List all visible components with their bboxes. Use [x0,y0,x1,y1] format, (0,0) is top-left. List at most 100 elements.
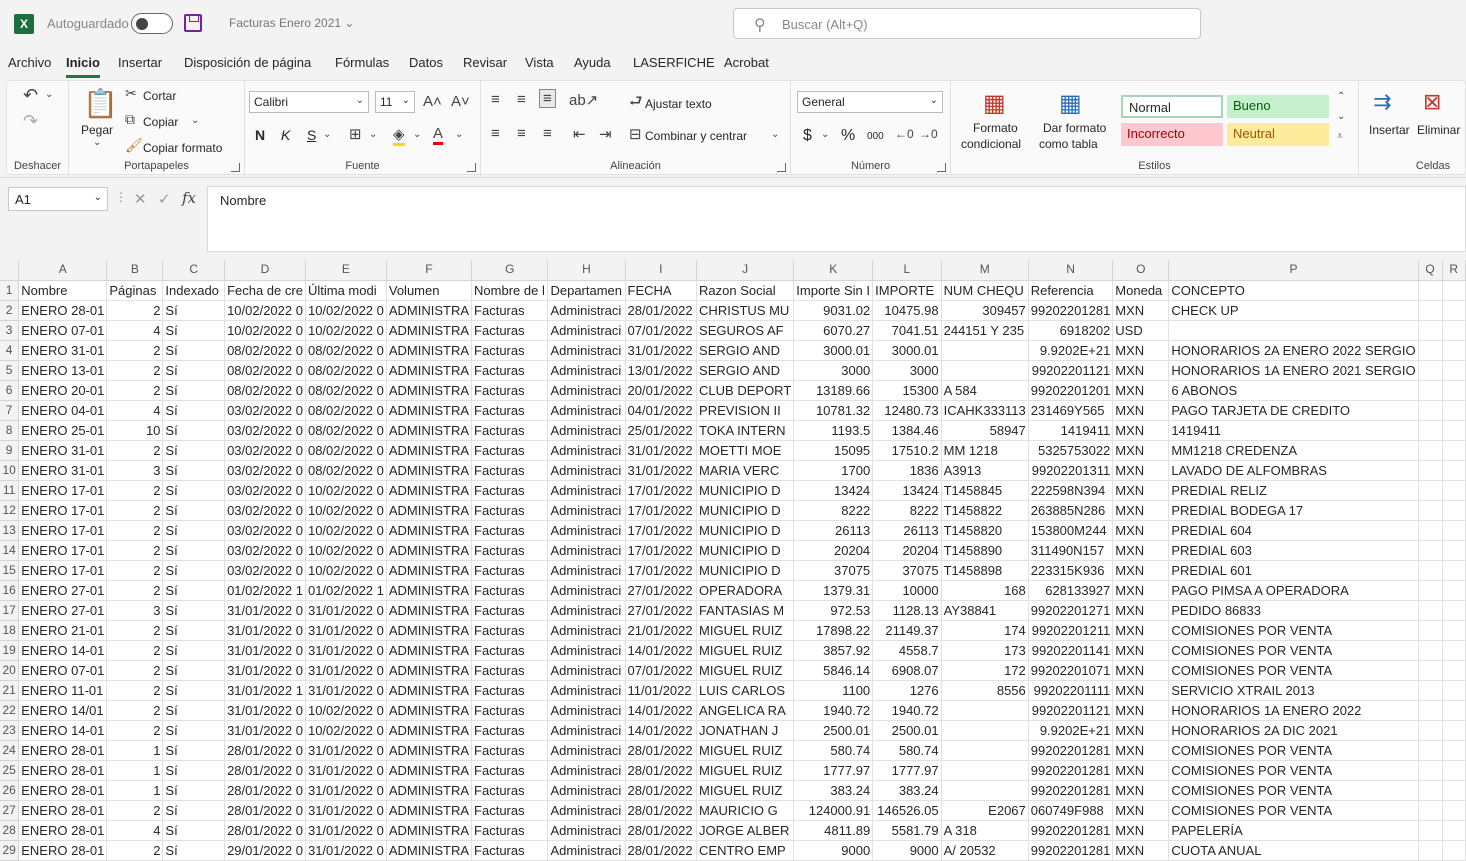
cell[interactable] [1442,680,1466,701]
cell[interactable] [1418,580,1443,601]
cell[interactable]: Razon Social [696,280,795,301]
cell[interactable]: JONATHAN J [696,720,795,741]
cell[interactable]: 060749F988 [1028,800,1114,821]
cell[interactable]: COMISIONES POR VENTA [1168,760,1419,781]
align-center-icon[interactable]: ≡ [517,125,526,142]
cell[interactable] [1442,400,1466,421]
cell[interactable]: 99202201121 [1028,360,1114,381]
cell[interactable]: 25/01/2022 [625,420,698,441]
chevron-up-icon[interactable]: ⌃ [1337,91,1345,102]
cell[interactable]: MXN [1112,480,1170,501]
table-format-button-line2[interactable]: como tabla [1039,137,1098,151]
cell[interactable]: 01/02/2022 1 [305,580,387,601]
align-middle-icon[interactable]: ≡ [517,91,526,108]
cell[interactable]: ADMINISTRA [386,600,473,621]
row-header[interactable]: 26 [0,780,20,801]
cell[interactable] [1418,660,1443,681]
cell[interactable]: 1 [106,740,164,761]
column-header[interactable]: F [386,260,473,281]
cell[interactable]: PREDIAL BODEGA 17 [1168,500,1419,521]
cell[interactable]: Facturas [471,400,549,421]
cell[interactable]: 13/01/2022 [625,360,698,381]
row-header[interactable]: 6 [0,380,20,401]
cell[interactable]: 2 [106,340,164,361]
cell[interactable]: 28/01/2022 [625,820,698,841]
cell[interactable]: 28/01/2022 [625,840,698,861]
cell[interactable]: ENERO 28-01 [18,780,108,801]
cell[interactable]: ENERO 04-01 [18,400,108,421]
cell[interactable]: 1940.72 [872,700,942,721]
cell[interactable]: IMPORTE [872,280,942,301]
chevron-down-icon[interactable]: ⌄ [191,115,199,126]
cell[interactable]: Moneda [1112,280,1170,301]
cell[interactable]: Sí [162,500,226,521]
cell[interactable]: 580.74 [872,740,942,761]
cell[interactable] [941,720,1029,741]
autosave-toggle[interactable] [131,13,173,34]
cell[interactable]: 1 [106,780,164,801]
cell[interactable]: ENERO 21-01 [18,620,108,641]
format-painter-button[interactable]: Copiar formato [143,141,222,155]
chevron-down-icon[interactable]: ⌄ [771,129,779,140]
cell[interactable]: 10000 [872,580,942,601]
cell[interactable]: 124000.91 [793,800,874,821]
cell[interactable]: LUIS CARLOS [696,680,795,701]
cell[interactable]: Facturas [471,480,549,501]
cell[interactable]: 31/01/2022 0 [305,660,387,681]
cell[interactable]: 08/02/2022 0 [305,420,387,441]
cell[interactable]: ENERO 07-01 [18,320,108,341]
cell[interactable]: 2 [106,300,164,321]
chevron-down-icon[interactable]: ⌄ [323,129,331,140]
cell[interactable]: MXN [1112,680,1170,701]
cell[interactable]: ADMINISTRA [386,620,473,641]
cell[interactable]: 31/01/2022 0 [224,720,306,741]
cell[interactable]: 13424 [793,480,874,501]
cell[interactable] [1418,380,1443,401]
cell[interactable]: Páginas [106,280,164,301]
cell[interactable] [1442,480,1466,501]
cell[interactable]: 9000 [793,840,874,861]
cell[interactable]: ENERO 31-01 [18,460,108,481]
cell[interactable]: Sí [162,780,226,801]
cell[interactable]: 37075 [872,560,942,581]
cell[interactable]: 1 [106,760,164,781]
cell[interactable]: 2 [106,680,164,701]
cell[interactable]: 2 [106,640,164,661]
row-header[interactable]: 24 [0,740,20,761]
cell[interactable]: Sí [162,620,226,641]
cell[interactable] [1418,600,1443,621]
row-header[interactable]: 27 [0,800,20,821]
redo-icon[interactable]: ↷ [23,111,38,132]
cell[interactable]: Sí [162,820,226,841]
cell[interactable]: Facturas [471,360,549,381]
tab-disposicion[interactable]: Disposición de página [184,55,311,70]
cell[interactable]: COMISIONES POR VENTA [1168,660,1419,681]
cell[interactable]: 10/02/2022 0 [305,300,387,321]
cell[interactable]: 28/01/2022 [625,780,698,801]
cell[interactable]: MXN [1112,620,1170,641]
cell[interactable]: OPERADORA [696,580,795,601]
cell[interactable]: 2 [106,440,164,461]
merge-center-button[interactable]: Combinar y centrar [645,129,747,143]
cell[interactable]: 4 [106,320,164,341]
cell[interactable]: ADMINISTRA [386,460,473,481]
cell[interactable]: MXN [1112,440,1170,461]
cell[interactable]: Administraci [547,820,626,841]
cell[interactable]: 10/02/2022 0 [305,320,387,341]
cell[interactable]: ENERO 28-01 [18,820,108,841]
cell[interactable]: 17510.2 [872,440,942,461]
cell[interactable]: MOETTI MOE [696,440,795,461]
cell[interactable]: 1777.97 [872,760,942,781]
cell[interactable]: T1458890 [941,540,1029,561]
column-header[interactable]: J [696,260,795,281]
cell[interactable]: 2 [106,620,164,641]
cell[interactable]: Sí [162,400,226,421]
cell[interactable]: Facturas [471,600,549,621]
cell[interactable]: Nombre [18,280,108,301]
cell[interactable]: Administraci [547,680,626,701]
cell[interactable]: 4 [106,400,164,421]
cell[interactable]: Administraci [547,400,626,421]
cell[interactable]: 28/01/2022 [625,800,698,821]
cell[interactable]: 03/02/2022 0 [224,480,306,501]
cell[interactable]: MXN [1112,700,1170,721]
